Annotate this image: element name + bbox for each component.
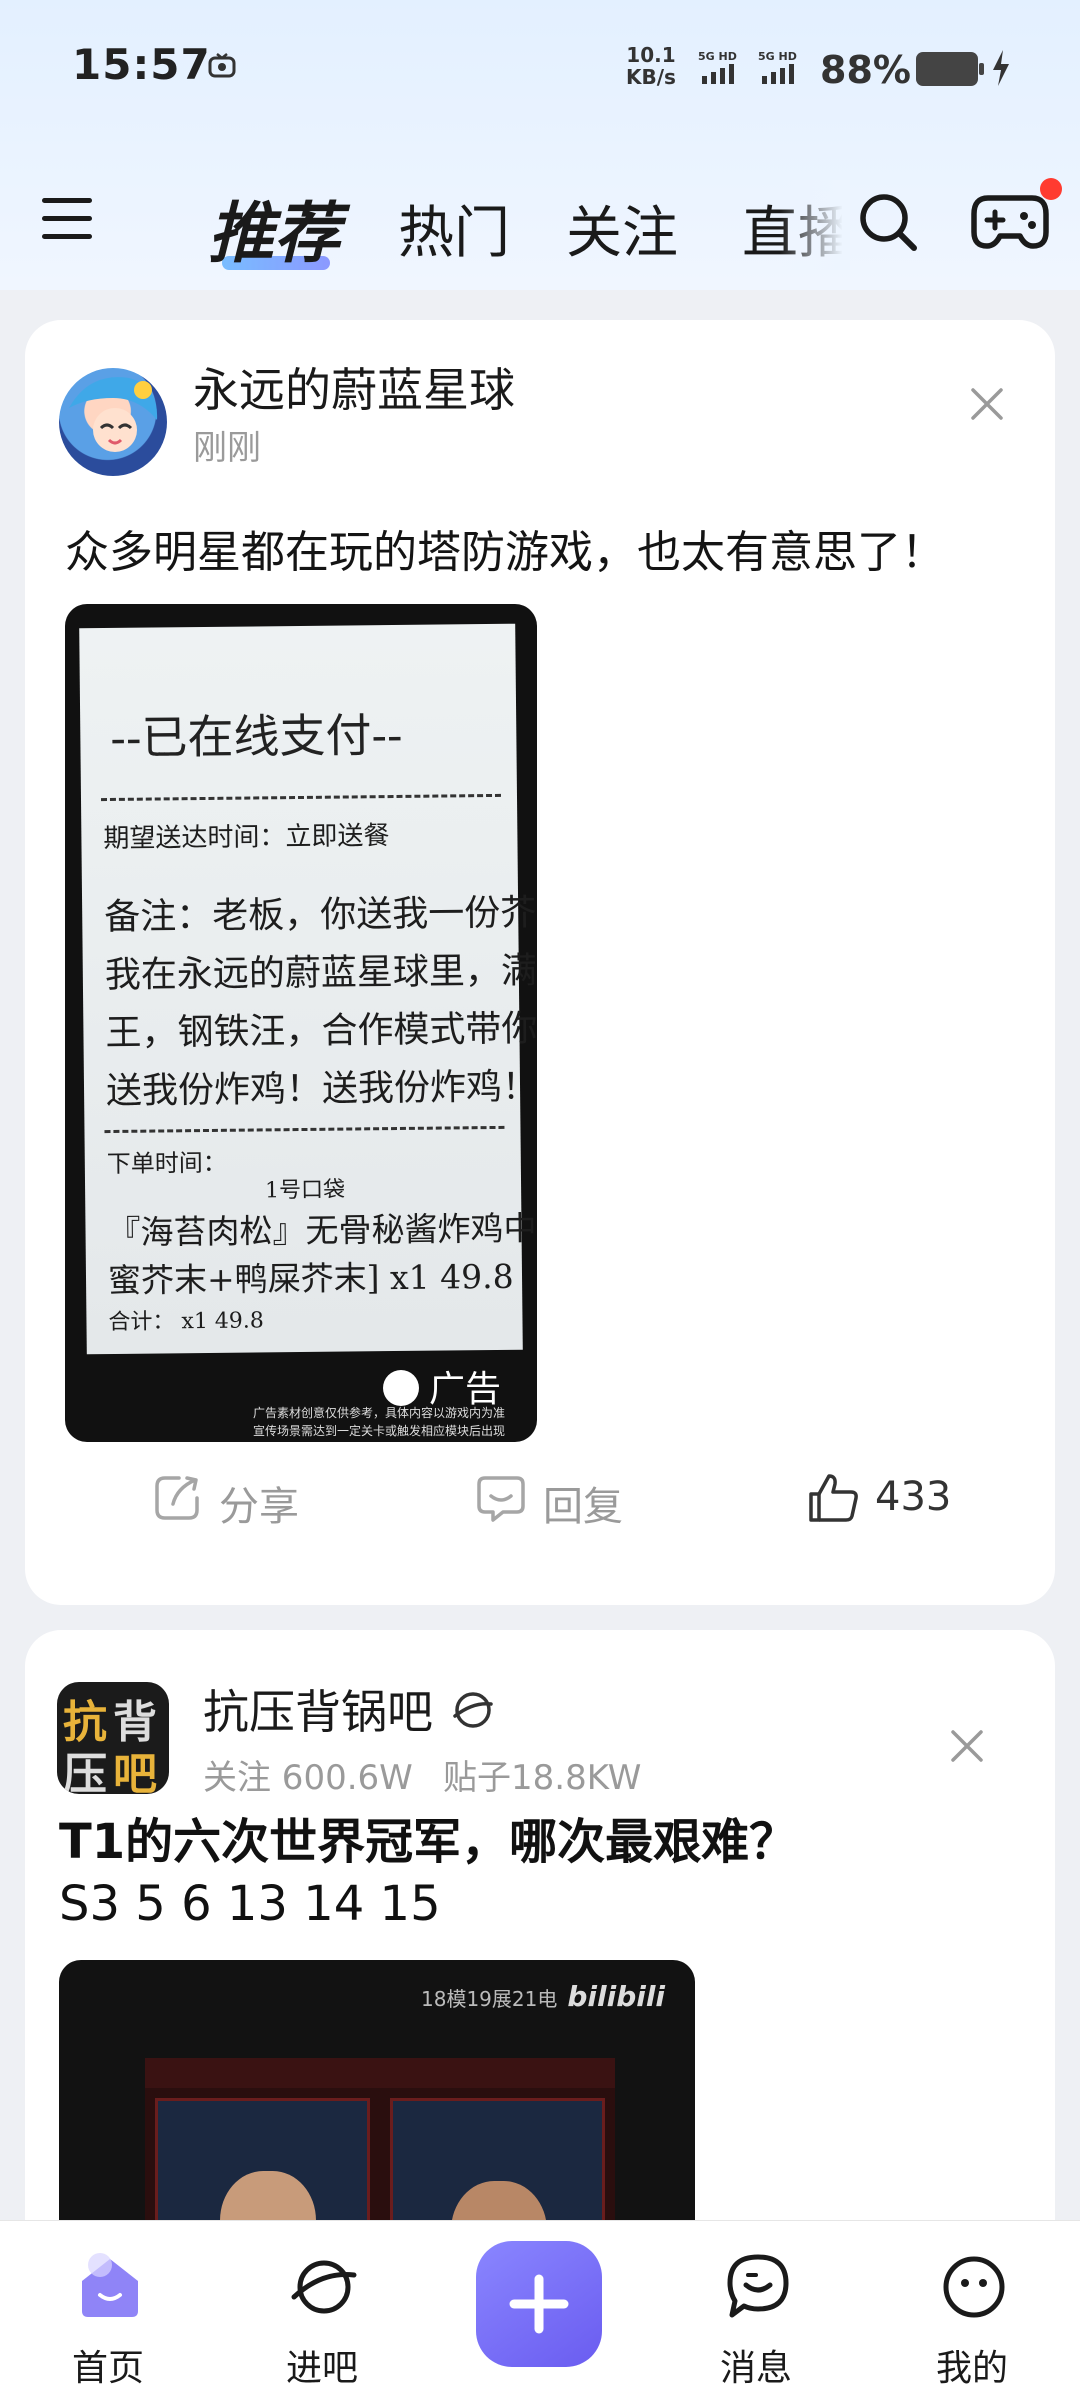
like-count: 433 [875,1474,952,1520]
forum-followers: 关注 600.6W [203,1758,413,1798]
clock: 15:57 [72,40,211,89]
ad-disclaimer: 广告素材创意仅供参考，具体内容以游戏内为准 宣传场景需达到一定关卡或触发相应模块… [253,1406,506,1438]
top-header: 15:57 10.1 KB/s 5G HD 5G HD 88% 推荐 热门 关注 [0,0,1080,290]
share-icon [155,1476,199,1520]
receipt-image: --已在线支付-- 期望送达时间：立即送餐 备注：老板，你送我一份芥末炸鸡 我在… [79,623,537,1355]
tabs-fade [780,180,850,270]
nav-messages[interactable]: 消息 [696,2241,816,2391]
tab-following[interactable]: 关注 [566,188,678,269]
nav-profile[interactable]: 我的 [912,2241,1032,2391]
plus-icon [509,2274,569,2334]
forum-name[interactable]: 抗压背锅吧 [203,1676,433,1742]
signal-icon-2: 5G HD [758,50,797,84]
notification-badge [1040,178,1062,200]
home-icon [82,2253,138,2317]
receipt-title: --已在线支付-- [110,707,403,765]
signal-icon: 5G HD [698,50,737,84]
comment-icon [477,1476,525,1522]
svg-text:5G HD: 5G HD [698,50,737,63]
author-name[interactable]: 永远的蔚蓝星球 [193,354,515,420]
battery-percent: 88% [820,48,911,92]
receipt-note: 我在永远的蔚蓝星球里，满星海 [104,949,537,997]
svg-text:5G HD: 5G HD [758,50,797,63]
profile-face-icon [943,2256,1005,2318]
receipt-divider [104,1125,505,1134]
planet-icon [291,2260,357,2314]
post-body: S3 5 6 13 14 15 [59,1876,441,1932]
close-icon[interactable] [967,384,1007,424]
forum-avatar-glyph: 吧 [113,1749,157,1794]
post-time: 刚刚 [193,428,261,468]
screen-record-icon [208,53,236,78]
receipt-note: 备注：老板，你送我一份芥末炸鸡 [104,891,537,939]
search-icon[interactable] [856,190,920,254]
bottom-nav: 首页 进吧 消息 我的 [0,2220,1080,2400]
post-actions: 分享 回复 433 [25,1460,1055,1540]
receipt-divider [100,793,501,802]
forum-avatar[interactable]: 抗 背 压 吧 [57,1682,169,1794]
receipt-note: 王，钢铁汪，合作模式带你上分 [105,1007,537,1055]
receipt-item: 『海苔肉松』无骨秘酱炸鸡中份[蜂 [107,1207,537,1253]
game-controller-icon[interactable] [970,188,1050,252]
battery-icon [916,52,984,86]
charging-icon [993,50,1009,86]
close-icon[interactable] [947,1726,987,1766]
video-hud [145,2058,615,2088]
receipt-item: 蜜芥末+鸭屎芥末] x1 49.8 [107,1256,514,1301]
forum-posts: 贴子18.8KW [443,1758,642,1798]
nav-forums[interactable]: 进吧 [262,2241,382,2391]
status-bar: 15:57 10.1 KB/s 5G HD 5G HD 88% [0,30,1080,106]
forum-avatar-glyph: 压 [63,1749,107,1794]
thumbs-up-icon [809,1474,858,1522]
top-nav: 推荐 热门 关注 直播 [0,160,1080,280]
tab-recommend[interactable]: 推荐 [208,180,340,276]
receipt-delivery-time: 期望送达时间：立即送餐 [103,821,390,855]
receipt-order-time: 下单时间： [106,1148,227,1179]
forum-planet-icon [453,1692,493,1728]
post-card[interactable]: 永远的蔚蓝星球 刚刚 众多明星都在玩的塔防游戏，也太有意思了！ --已在线支付-… [25,320,1055,1605]
create-post-button[interactable] [476,2241,602,2367]
post-title[interactable]: T1的六次世界冠军，哪次最艰难？ [59,1802,797,1872]
video-watermark: 18模19展21电 bilibili [421,1980,666,2013]
author-avatar[interactable] [59,368,167,476]
ad-image[interactable]: --已在线支付-- 期望送达时间：立即送餐 备注：老板，你送我一份芥末炸鸡 我在… [65,604,537,1442]
receipt-note: 送我份炸鸡！送我份炸鸡！ [105,1066,537,1113]
post-text: 众多明星都在玩的塔防游戏，也太有意思了！ [65,527,945,578]
receipt-total: 合计： x1 49.8 [108,1308,264,1336]
network-speed: 10.1 KB/s [626,43,676,89]
tab-hot[interactable]: 热门 [398,188,510,269]
message-icon [727,2254,789,2318]
menu-icon[interactable] [38,190,96,246]
receipt-bag: 1号口袋 [264,1177,346,1204]
nav-home[interactable]: 首页 [48,2241,168,2391]
